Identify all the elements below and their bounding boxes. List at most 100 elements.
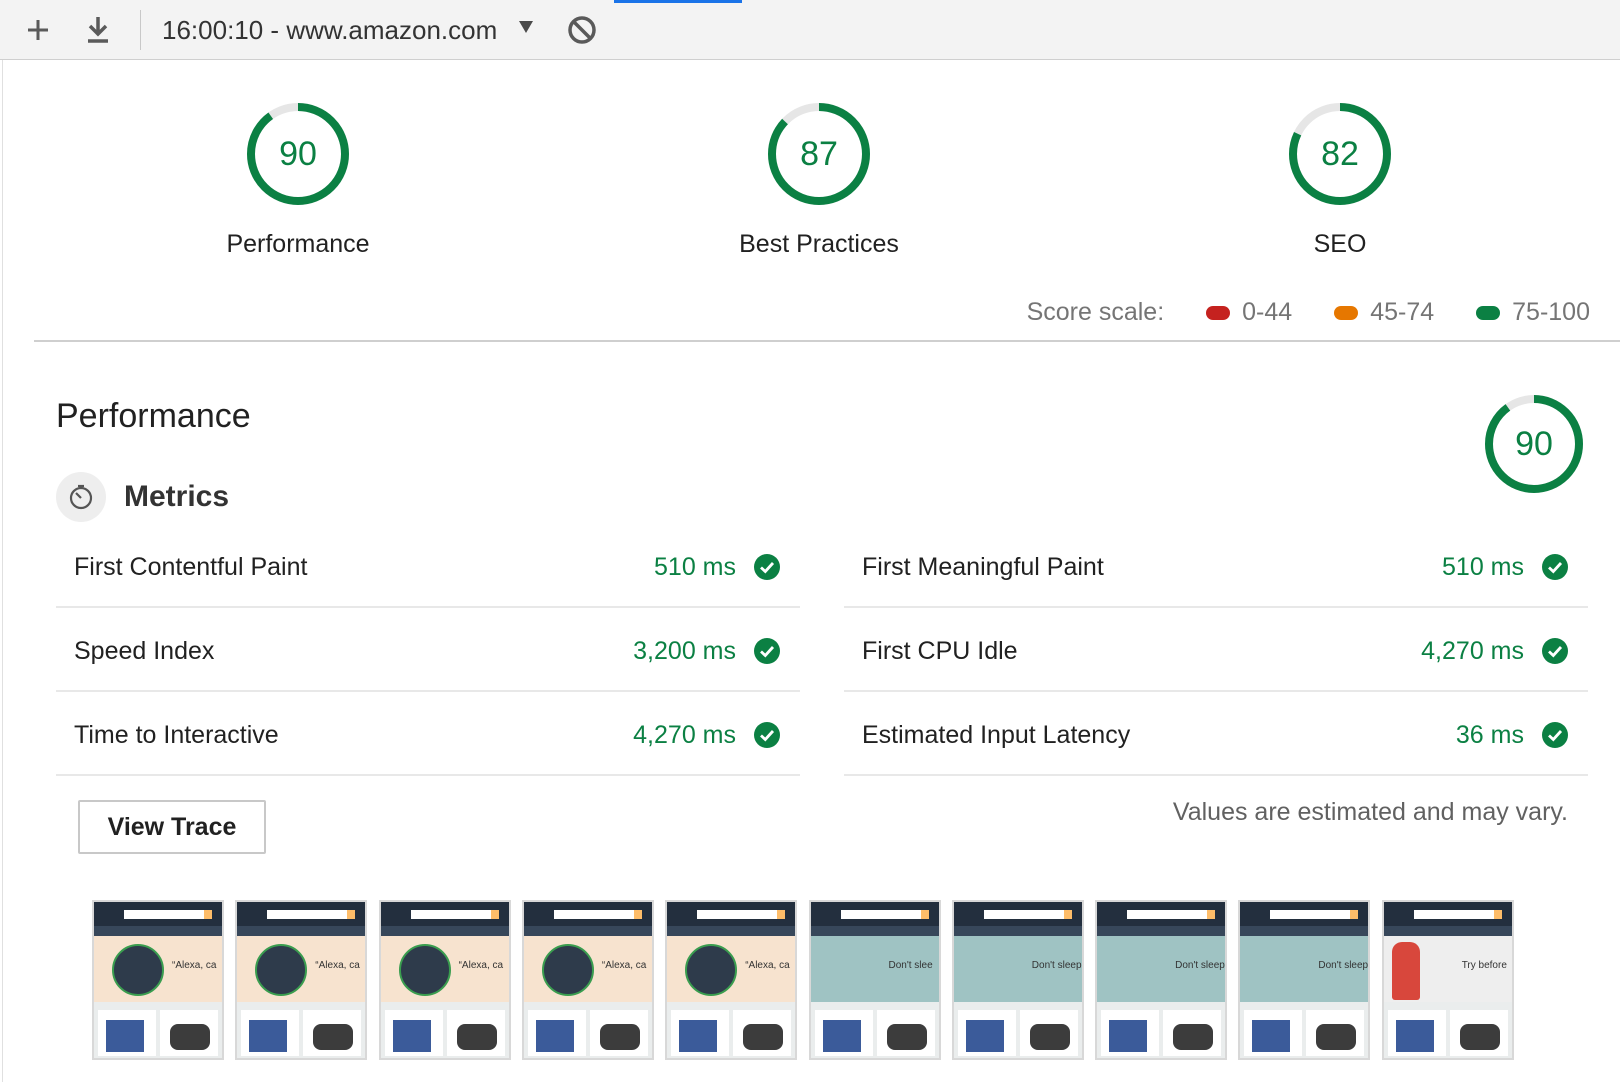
scale-pass: 75-100 [1476,298,1590,327]
shirt-image [392,1020,431,1052]
metric-value: 36 ms [1455,721,1524,749]
filmstrip-frame: “Alexa, ca [378,900,511,1060]
filmstrip-frame: Don't slee [808,900,941,1060]
frame-search-button [490,910,499,919]
pass-check-icon [754,722,780,748]
frame-caption: Don't slee [888,960,933,971]
metrics-header: Metrics [56,472,229,522]
category-seo[interactable]: 82 SEO [1210,100,1470,260]
pass-swatch [1476,305,1501,320]
filmstrip-frame: Don't sleep i [951,900,1084,1060]
frame-search [1270,910,1357,919]
block-icon[interactable] [564,12,600,48]
frame-search [840,910,927,919]
category-label: SEO [1313,230,1367,258]
caret-down-icon[interactable] [518,20,534,39]
scale-range-label: 75-100 [1512,298,1590,326]
shirt-image [965,1020,1004,1052]
echo-speaker-image [685,944,738,996]
frame-caption: “Alexa, ca [315,960,360,971]
category-best-practices[interactable]: 87 Best Practices [689,100,949,260]
frame-subnav [1097,926,1226,936]
shirt-image [1395,1020,1434,1052]
frame-search [1127,910,1214,919]
frame-search-button [633,910,642,919]
frame-search [983,910,1070,919]
metric-first-cpu-idle: First CPU Idle 4,270 ms [844,610,1588,692]
metric-value: 510 ms [654,553,736,581]
frame-search [1413,910,1500,919]
score-value: 90 [279,135,317,173]
frame-subnav [237,926,366,936]
frame-subnav [810,926,939,936]
pass-check-icon [1542,722,1568,748]
frame-subnav [667,926,796,936]
frame-subnav [953,926,1082,936]
pass-check-icon [1542,638,1568,664]
filmstrip-frame: Try before [1381,900,1514,1060]
score-value: 87 [800,135,838,173]
frame-search-button [1063,910,1072,919]
binoculars-image [1459,1024,1500,1050]
frame-caption: “Alexa, ca [458,960,504,971]
metric-value: 4,270 ms [633,721,736,749]
frame-search-button [920,910,929,919]
filmstrip: “Alexa, ca “Alexa, ca “Alexa, ca “Alexa, ca… [92,900,1562,1062]
frame-caption: “Alexa, ca [745,960,790,971]
frame-search-button [777,910,786,919]
frame-subnav [1383,926,1512,936]
filmstrip-frame: Don't sleep i [1095,900,1228,1060]
filmstrip-frame: “Alexa, ca [92,900,224,1060]
section-score-gauge: 90 [1482,392,1586,496]
panel-border [2,60,3,1082]
download-icon[interactable] [80,12,116,48]
frame-search [267,910,354,919]
filmstrip-frame: “Alexa, ca [235,900,368,1060]
shirt-image [822,1020,861,1052]
metric-first-contentful-paint: First Contentful Paint 510 ms [56,526,800,608]
frame-caption: “Alexa, ca [601,960,647,971]
binoculars-image [1316,1024,1357,1050]
active-tab-indicator [614,0,742,3]
frame-search-button [1207,910,1216,919]
frame-search-button [1350,910,1359,919]
metric-name: First Contentful Paint [74,553,308,581]
metric-name: Estimated Input Latency [862,721,1131,749]
plus-icon[interactable] [20,12,56,48]
metric-value: 4,270 ms [1421,637,1524,665]
frame-search-button [204,910,212,919]
shirt-image [1109,1020,1148,1052]
score-gauge: 90 [244,100,352,208]
metric-name: Speed Index [74,637,215,665]
frame-search-button [1493,910,1502,919]
fail-swatch [1206,305,1231,320]
scale-average: 45-74 [1334,298,1434,327]
pass-check-icon [1542,554,1568,580]
frame-subnav [1240,926,1369,936]
frame-caption: Don't sleep i [1318,960,1371,971]
frame-search [553,910,640,919]
category-performance[interactable]: 90 Performance [168,100,428,260]
frame-search [124,910,210,919]
score-scale: Score scale: 0-44 45-74 75-100 [1027,298,1590,327]
binoculars-image [1173,1024,1214,1050]
shirt-image [249,1020,288,1052]
metric-time-to-interactive: Time to Interactive 4,270 ms [56,694,800,776]
metric-first-meaningful-paint: First Meaningful Paint 510 ms [844,526,1588,608]
view-trace-button[interactable]: View Trace [78,800,266,854]
section-title: Performance [56,397,251,435]
shirt-image [106,1020,144,1052]
shirt-image [535,1020,574,1052]
score-value: 82 [1321,135,1359,173]
frame-caption: “Alexa, ca [172,960,217,971]
frame-search [410,910,497,919]
metrics-title: Metrics [124,480,230,513]
filmstrip-frame: Don't sleep i [1238,900,1371,1060]
binoculars-image [743,1024,784,1050]
report-selector[interactable]: 16:00:10 - www.amazon.com [162,14,497,46]
echo-speaker-image [541,944,594,996]
binoculars-image [1029,1024,1070,1050]
metric-name: Time to Interactive [74,721,279,749]
frame-search-button [347,910,356,919]
binoculars-image [886,1024,927,1050]
